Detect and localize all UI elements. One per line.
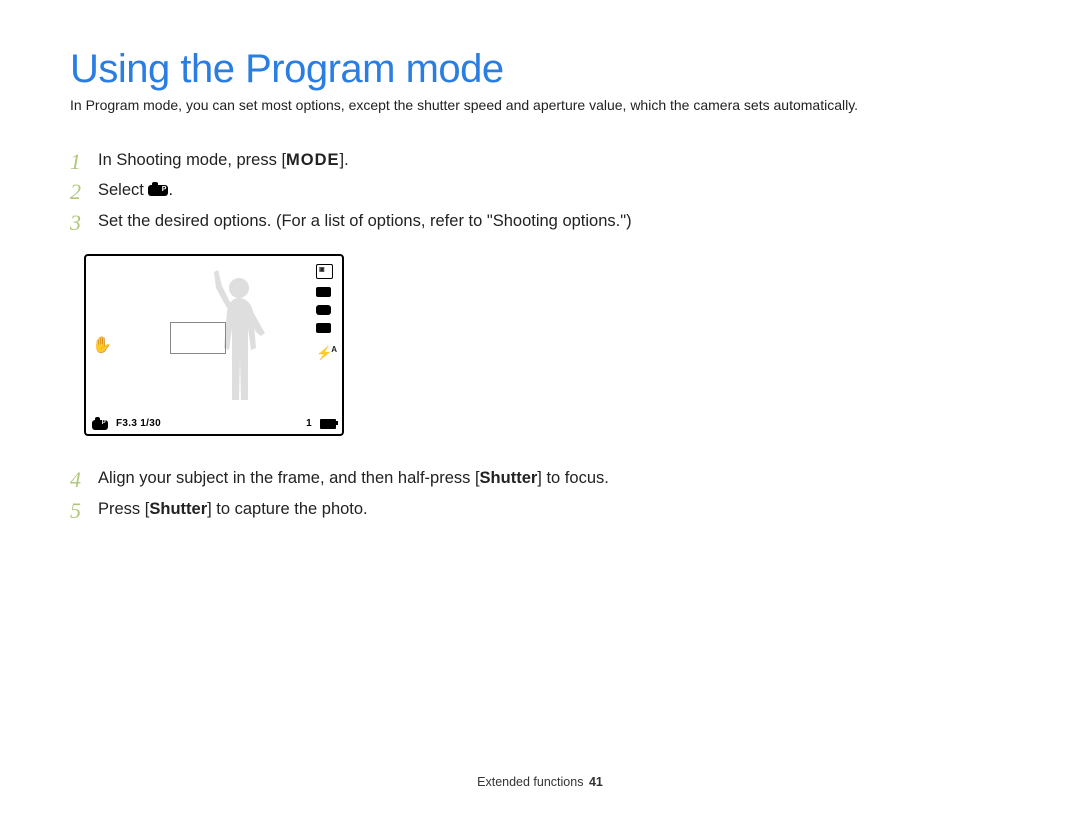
steps-list: 1 In Shooting mode, press [MODE]. 2 Sele… — [70, 148, 1010, 234]
quality-icon — [316, 287, 331, 297]
step-2: 2 Select P . — [70, 178, 1010, 203]
flash-auto-icon: ⚡A — [316, 343, 336, 359]
camera-program-icon: P — [148, 183, 168, 197]
step-text: Set the desired options. (For a list of … — [98, 212, 632, 230]
step-text: Align your subject in the frame, and the… — [98, 469, 480, 487]
shutter-label: Shutter — [149, 500, 207, 518]
page-title: Using the Program mode — [70, 48, 1010, 90]
step-number: 2 — [70, 175, 81, 208]
step-number: 5 — [70, 494, 81, 527]
lcd-right-icons: ▣ ⚡A — [316, 264, 336, 359]
step-5: 5 Press [Shutter] to capture the photo. — [70, 497, 1010, 522]
step-text-post: . — [168, 181, 173, 199]
step-4: 4 Align your subject in the frame, and t… — [70, 466, 1010, 491]
step-number: 1 — [70, 145, 81, 178]
footer-page-number: 41 — [589, 775, 603, 789]
step-3: 3 Set the desired options. (For a list o… — [70, 209, 1010, 234]
step-number: 3 — [70, 206, 81, 239]
step-text-post: ]. — [340, 151, 349, 169]
shot-counter: 1 — [306, 418, 312, 429]
step-1: 1 In Shooting mode, press [MODE]. — [70, 148, 1010, 173]
footer-section: Extended functions — [477, 775, 583, 789]
resolution-icon: ▣ — [316, 264, 333, 279]
metering-icon — [316, 305, 331, 315]
lcd-bottom-bar: P F3.3 1/30 1 — [92, 418, 336, 430]
mode-indicator-icon: P — [92, 418, 108, 430]
intro-paragraph: In Program mode, you can set most option… — [70, 96, 1010, 116]
camera-lcd-figure: ▣ ⚡A ✋ P F3.3 1/30 1 — [84, 254, 1010, 436]
exposure-icon — [316, 323, 331, 333]
exposure-readout: F3.3 1/30 — [116, 418, 161, 429]
step-text: Select — [98, 181, 148, 199]
lcd-left-icons: ✋ — [92, 338, 112, 354]
lcd-screen: ▣ ⚡A ✋ P F3.3 1/30 1 — [84, 254, 344, 436]
image-stabilizer-icon: ✋ — [92, 338, 112, 354]
step-text-post: ] to capture the photo. — [207, 500, 368, 518]
mode-button-label: MODE — [286, 151, 340, 169]
step-number: 4 — [70, 463, 81, 496]
step-text: In Shooting mode, press [ — [98, 151, 286, 169]
steps-list-continued: 4 Align your subject in the frame, and t… — [70, 466, 1010, 522]
page-footer: Extended functions 41 — [0, 775, 1080, 789]
battery-icon — [320, 419, 336, 429]
step-text-post: ] to focus. — [537, 469, 609, 487]
step-text: Press [ — [98, 500, 149, 518]
shutter-label: Shutter — [480, 469, 538, 487]
focus-bracket-icon — [170, 322, 226, 354]
